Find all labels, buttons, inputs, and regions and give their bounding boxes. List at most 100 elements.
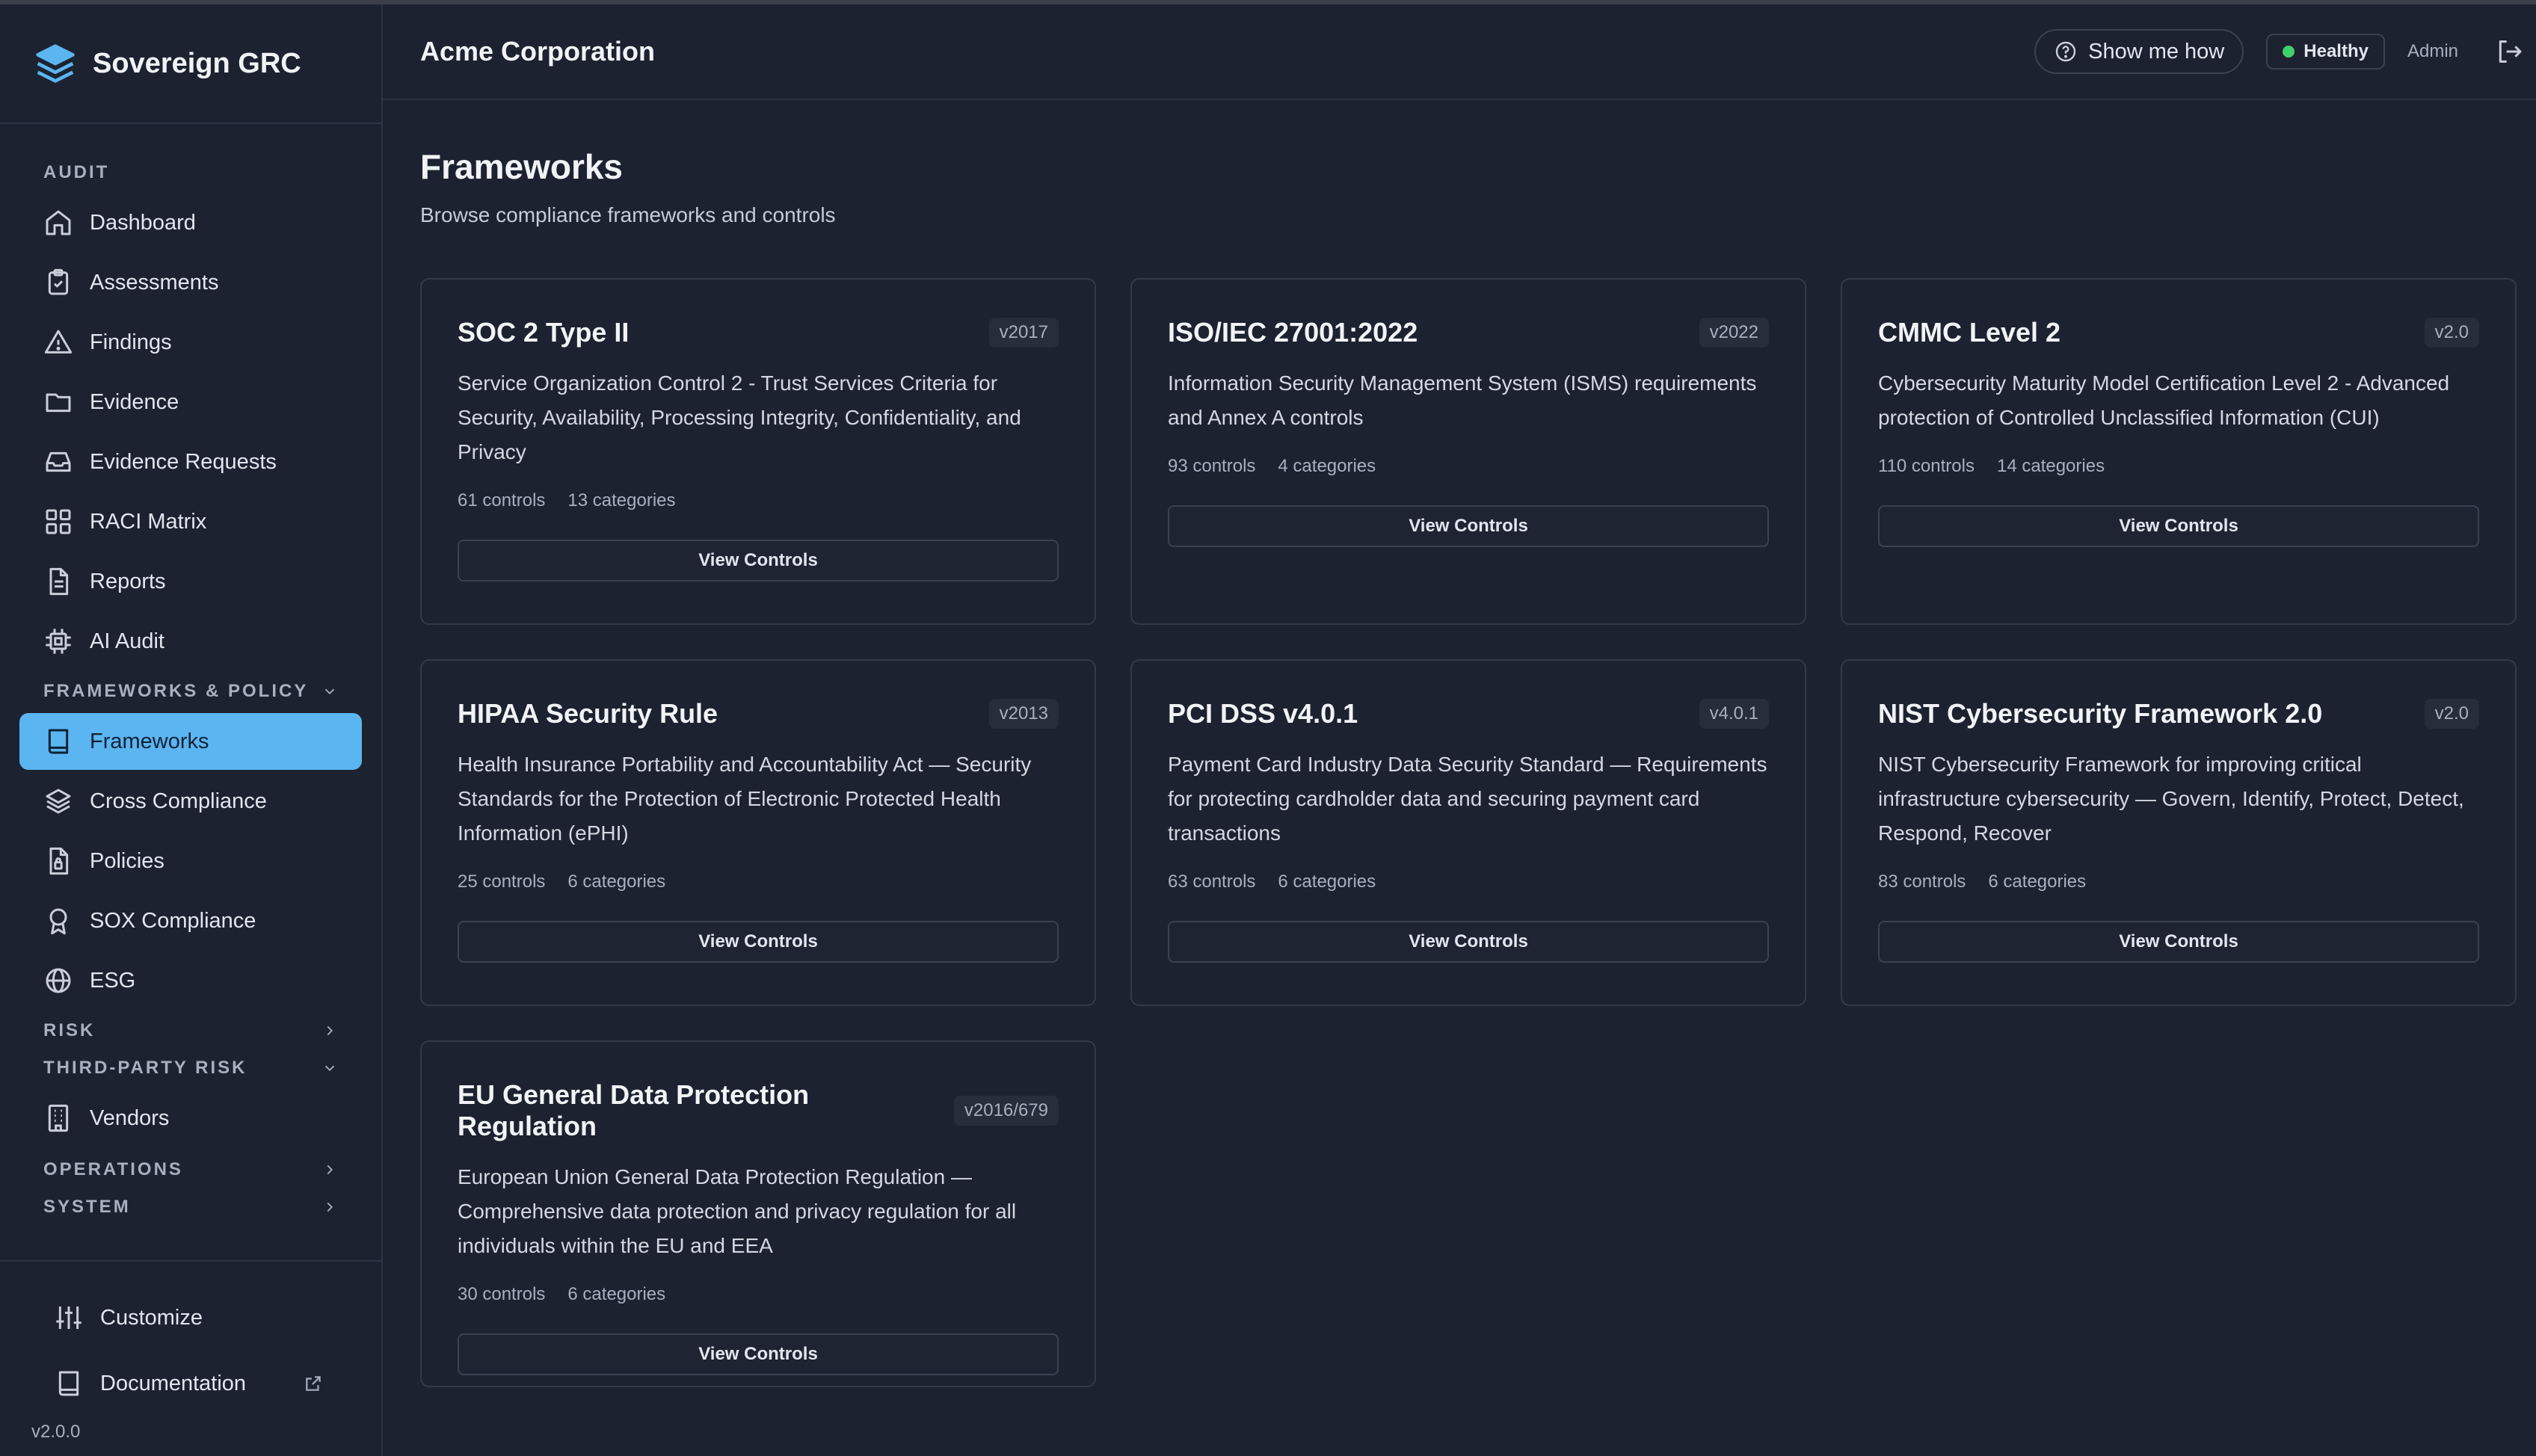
clipboard-check-icon <box>48 268 69 295</box>
layers-icon <box>46 789 71 814</box>
framework-card-cmmc: CMMC Level 2 v2.0 Cybersecurity Maturity … <box>1841 278 2517 625</box>
file-lock-icon <box>49 847 69 875</box>
section-risk-label: RISK <box>43 1020 96 1040</box>
book-icon <box>58 1371 79 1396</box>
sidebar-item-ai-audit[interactable]: AI Audit <box>19 613 362 670</box>
version-badge: v4.0.1 <box>1699 699 1769 729</box>
layers-logo-icon <box>36 44 75 83</box>
sidebar-item-label: ESG <box>90 968 136 993</box>
customize-button[interactable]: Customize <box>0 1292 381 1344</box>
home-icon <box>46 210 71 235</box>
card-meta: 61 controls 13 categories <box>458 490 1059 511</box>
view-controls-button[interactable]: View Controls <box>458 540 1059 582</box>
customize-label: Customize <box>100 1305 203 1330</box>
sidebar-item-label: Policies <box>90 848 164 873</box>
folder-icon <box>46 393 71 413</box>
sidebar-item-label: Evidence Requests <box>90 449 277 474</box>
inbox-icon <box>46 451 71 472</box>
sidebar-item-label: Frameworks <box>90 729 209 753</box>
framework-card-hipaa: HIPAA Security Rule v2013 Health Insuranc… <box>420 659 1096 1006</box>
view-controls-button[interactable]: View Controls <box>1168 921 1769 963</box>
sidebar-item-label: SOX Compliance <box>90 908 256 933</box>
show-me-how-button[interactable]: Show me how <box>2034 29 2244 74</box>
grid-icon <box>46 509 71 534</box>
sliders-icon <box>56 1307 81 1329</box>
view-controls-button[interactable]: View Controls <box>1168 505 1769 547</box>
sidebar-item-label: Cross Compliance <box>90 789 267 813</box>
framework-card-pci-dss: PCI DSS v4.0.1 v4.0.1 Payment Card Indust… <box>1130 659 1806 1006</box>
card-title: PCI DSS v4.0.1 <box>1168 698 1358 729</box>
section-system[interactable]: SYSTEM <box>0 1188 381 1226</box>
app-window: Sovereign GRC AUDIT Dashboard Assessment… <box>0 0 2536 1456</box>
version-badge: v2.0 <box>2424 699 2479 729</box>
help-circle-icon <box>2055 41 2076 62</box>
section-operations-label: OPERATIONS <box>43 1159 183 1179</box>
sidebar-item-reports[interactable]: Reports <box>19 553 362 610</box>
card-title: SOC 2 Type II <box>458 317 630 348</box>
version-badge: v2017 <box>988 318 1059 348</box>
framework-card-iso27001: ISO/IEC 27001:2022 v2022 Information Secu… <box>1130 278 1806 625</box>
section-audit: AUDIT <box>0 154 381 191</box>
sidebar-item-evidence[interactable]: Evidence <box>19 374 362 431</box>
card-meta: 30 controls 6 categories <box>458 1284 1059 1305</box>
sidebar-item-label: Evidence <box>90 389 179 414</box>
section-operations[interactable]: OPERATIONS <box>0 1151 381 1188</box>
document-icon <box>49 567 69 596</box>
section-audit-label: AUDIT <box>43 162 110 182</box>
categories-count: 6 categories <box>567 872 666 892</box>
status-dot <box>2283 46 2295 58</box>
health-status-label: Healthy <box>2303 41 2369 61</box>
categories-count: 6 categories <box>1278 872 1376 892</box>
categories-count: 14 categories <box>1996 456 2105 476</box>
main-area: Acme Corporation Show me how Healthy Adm… <box>383 4 2536 1456</box>
card-title: EU General Data Protection Regulation <box>458 1079 810 1141</box>
sidebar-item-label: Vendors <box>90 1105 170 1130</box>
view-controls-button[interactable]: View Controls <box>1878 921 2479 963</box>
card-meta: 83 controls 6 categories <box>1878 872 2479 892</box>
sidebar-item-frameworks[interactable]: Frameworks <box>19 713 362 770</box>
card-title: NIST Cybersecurity Framework 2.0 <box>1878 698 2323 729</box>
frameworks-grid: SOC 2 Type II v2017 Service Organization … <box>420 278 2517 1387</box>
version-badge: v2022 <box>1699 318 1769 348</box>
controls-count: 25 controls <box>458 872 546 892</box>
top-bar: Acme Corporation Show me how Healthy Adm… <box>383 4 2536 100</box>
sidebar-footer: Customize Documentation v2.0.0 <box>0 1260 381 1456</box>
categories-count: 6 categories <box>1988 872 2087 892</box>
card-title: CMMC Level 2 <box>1878 317 2061 348</box>
top-bar-actions: Show me how Healthy Admin <box>2034 29 2524 74</box>
section-risk[interactable]: RISK <box>0 1012 381 1049</box>
brand[interactable]: Sovereign GRC <box>0 4 381 124</box>
sidebar-item-assessments[interactable]: Assessments <box>19 254 362 311</box>
view-controls-button[interactable]: View Controls <box>458 1333 1059 1375</box>
sidebar-item-findings[interactable]: Findings <box>19 314 362 371</box>
sidebar-item-label: RACI Matrix <box>90 509 207 534</box>
sidebar-item-sox-compliance[interactable]: SOX Compliance <box>19 892 362 949</box>
section-third-party-risk[interactable]: THIRD-PARTY RISK <box>0 1049 381 1087</box>
sidebar: Sovereign GRC AUDIT Dashboard Assessment… <box>0 4 383 1456</box>
section-frameworks-policy[interactable]: FRAMEWORKS & POLICY <box>0 673 381 710</box>
framework-card-gdpr: EU General Data Protection Regulation v20… <box>420 1040 1096 1387</box>
documentation-link[interactable]: Documentation <box>0 1357 381 1410</box>
view-controls-button[interactable]: View Controls <box>458 921 1059 963</box>
sidebar-item-cross-compliance[interactable]: Cross Compliance <box>19 773 362 830</box>
version-badge: v2013 <box>988 699 1059 729</box>
card-meta: 93 controls 4 categories <box>1168 456 1769 477</box>
card-description: Health Insurance Portability and Account… <box>458 753 1032 845</box>
sidebar-item-policies[interactable]: Policies <box>19 833 362 889</box>
section-third-party-risk-label: THIRD-PARTY RISK <box>43 1058 247 1078</box>
controls-count: 63 controls <box>1168 872 1256 892</box>
sidebar-item-dashboard[interactable]: Dashboard <box>19 194 362 251</box>
sidebar-item-esg[interactable]: ESG <box>19 952 362 1009</box>
sidebar-item-evidence-requests[interactable]: Evidence Requests <box>19 434 362 490</box>
sidebar-item-label: Assessments <box>90 270 219 294</box>
book-icon <box>48 729 69 754</box>
logout-icon[interactable] <box>2494 37 2524 67</box>
sidebar-item-raci-matrix[interactable]: RACI Matrix <box>19 493 362 550</box>
health-status-badge: Healthy <box>2266 34 2385 70</box>
card-description: NIST Cybersecurity Framework for improvi… <box>1878 753 2464 845</box>
sidebar-item-vendors[interactable]: Vendors <box>19 1090 362 1147</box>
view-controls-button[interactable]: View Controls <box>1878 505 2479 547</box>
external-link-icon <box>306 1376 321 1391</box>
card-meta: 110 controls 14 categories <box>1878 456 2479 477</box>
card-title: HIPAA Security Rule <box>458 698 718 729</box>
